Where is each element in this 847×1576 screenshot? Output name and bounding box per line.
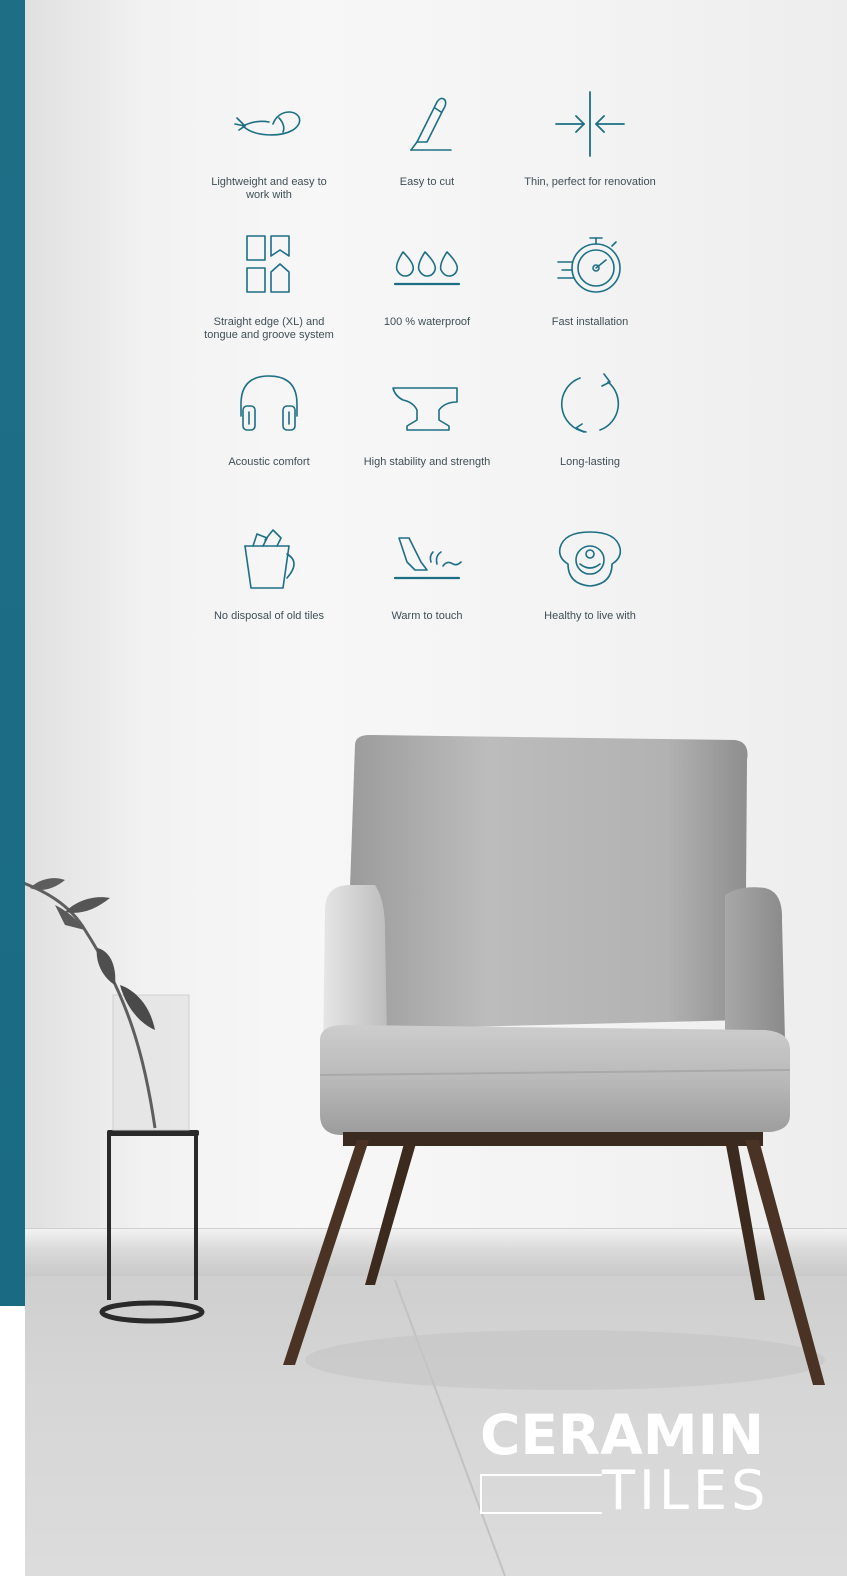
feature-label: Fast installation xyxy=(551,316,629,328)
warm-floor-icon xyxy=(387,514,467,602)
anvil-icon xyxy=(387,360,467,448)
feature-item: Fast installation xyxy=(506,220,674,360)
feature-label: Warm to touch xyxy=(391,610,463,622)
feature-label: Straight edge (XL) and tongue and groove… xyxy=(204,316,334,341)
feature-item: 100 % waterproof xyxy=(348,220,506,360)
feature-item: Easy to cut xyxy=(348,80,506,220)
feature-item: Healthy to live with xyxy=(506,514,674,654)
headphones-icon xyxy=(229,360,309,448)
feature-item: Thin, perfect for renovation xyxy=(506,80,674,220)
feature-item: Lightweight and easy to work with xyxy=(190,80,348,220)
brand-logo: CERAMIN TILES xyxy=(480,1405,790,1519)
cutter-knife-icon xyxy=(387,80,467,168)
feature-label: High stability and strength xyxy=(363,456,491,468)
feature-label: Healthy to live with xyxy=(544,610,636,622)
feather-icon xyxy=(229,80,309,168)
tile-grid-icon xyxy=(229,220,309,308)
brand-subname: TILES xyxy=(602,1459,770,1522)
brand-rectangle-mark xyxy=(480,1474,602,1514)
feature-item: Long-lasting xyxy=(506,360,674,500)
brand-name: CERAMIN xyxy=(480,1403,765,1467)
feature-label: Easy to cut xyxy=(399,176,455,188)
brand-subline: TILES xyxy=(480,1463,790,1519)
water-drops-icon xyxy=(387,220,467,308)
feature-label: Long-lasting xyxy=(560,456,620,468)
feature-item: Warm to touch xyxy=(348,514,506,654)
feature-item: Acoustic comfort xyxy=(190,360,348,500)
arrows-inward-icon xyxy=(550,80,630,168)
bucket-icon xyxy=(229,514,309,602)
feature-item: Straight edge (XL) and tongue and groove… xyxy=(190,220,348,360)
feature-label: Thin, perfect for renovation xyxy=(524,176,656,188)
feature-item: No disposal of old tiles xyxy=(190,514,348,654)
teal-side-bar xyxy=(0,0,25,1306)
feature-label: 100 % waterproof xyxy=(383,316,471,328)
feature-label: Lightweight and easy to work with xyxy=(211,176,327,201)
feature-item: High stability and strength xyxy=(348,360,506,500)
pacifier-icon xyxy=(550,514,630,602)
feature-grid: Lightweight and easy to work with Easy t… xyxy=(190,80,670,654)
feature-label: Acoustic comfort xyxy=(228,456,310,468)
feature-label: No disposal of old tiles xyxy=(213,610,325,622)
stopwatch-icon xyxy=(550,220,630,308)
cycle-arrows-icon xyxy=(550,360,630,448)
